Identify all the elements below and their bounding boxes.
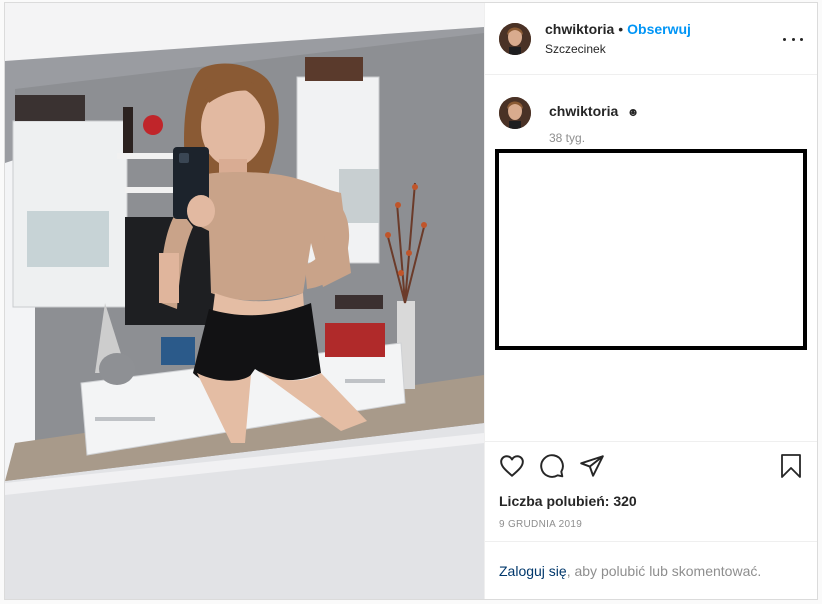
caption-username[interactable]: chwiktoria [549,103,618,119]
comment-icon[interactable] [539,453,565,479]
avatar-image [499,97,531,129]
heart-icon[interactable] [499,453,525,479]
more-options-icon[interactable] [783,29,803,49]
post-location[interactable]: Szczecinek [545,42,691,56]
post-date[interactable]: 9 GRUDNIA 2019 [485,509,817,541]
caption: chwiktoria ☻ [499,97,639,129]
post-header: chwiktoria • Obserwuj Szczecinek [485,3,817,75]
avatar-image [499,22,531,55]
caption-body: chwiktoria ☻ [549,103,639,121]
separator-dot: • [618,21,624,37]
login-link[interactable]: Zaloguj się [499,563,567,579]
caption-time[interactable]: 38 tyg. [549,131,585,145]
likes-count[interactable]: Liczba polubień: 320 [485,489,817,509]
redacted-box [495,149,807,350]
post-side-panel: chwiktoria • Obserwuj Szczecinek chwikto… [484,3,817,599]
bookmark-icon[interactable] [779,453,803,479]
follow-button[interactable]: Obserwuj [627,21,691,37]
mirror-selfie-photo [5,3,484,599]
comments-section: chwiktoria ☻ 38 tyg. [485,75,817,441]
author-avatar[interactable] [499,22,531,55]
action-bar [485,441,817,489]
header-text: chwiktoria • Obserwuj Szczecinek [545,21,691,56]
login-prompt-text: , aby polubić lub skomentować. [566,562,762,579]
post-photo[interactable] [5,3,484,599]
smiley-icon: ☻ [626,105,640,119]
caption-avatar[interactable] [499,97,531,129]
instagram-post: chwiktoria • Obserwuj Szczecinek chwikto… [4,2,818,600]
paper-plane-icon[interactable] [579,453,605,479]
login-prompt: Zaloguj się, aby polubić lub skomentować… [485,541,817,599]
author-username[interactable]: chwiktoria [545,21,614,37]
